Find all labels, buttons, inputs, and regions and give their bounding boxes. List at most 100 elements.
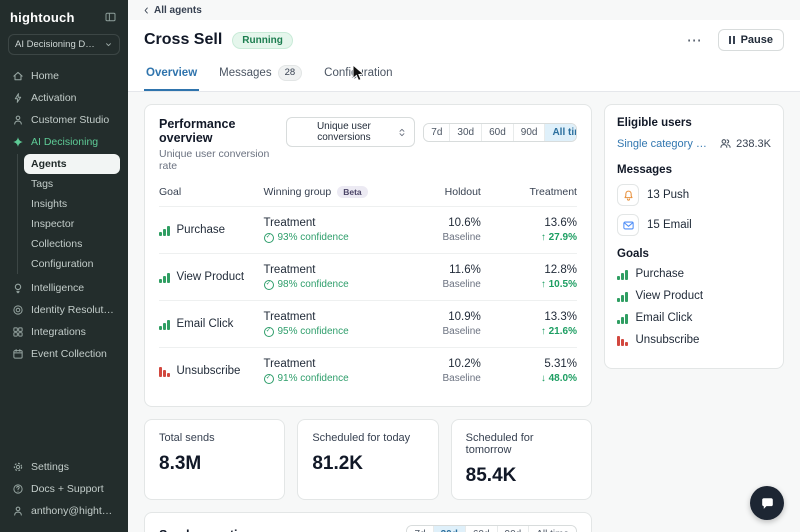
holdout-label: Baseline xyxy=(401,326,480,337)
range-30d[interactable]: 30d xyxy=(449,124,481,141)
push-count-label: 13 Push xyxy=(647,189,689,201)
sends-range-30d[interactable]: 30d xyxy=(433,526,465,532)
goal-item-purchase[interactable]: Purchase xyxy=(617,268,771,280)
sidebar-item-collections[interactable]: Collections xyxy=(24,234,120,254)
range-90d[interactable]: 90d xyxy=(513,124,545,141)
goal-label: View Product xyxy=(636,290,704,302)
sidebar-item-integrations[interactable]: Integrations xyxy=(8,321,120,343)
breadcrumb-all-agents[interactable]: All agents xyxy=(142,5,202,16)
beta-badge: Beta xyxy=(337,186,367,198)
messages-title: Messages xyxy=(617,164,771,176)
audience-link[interactable]: Single category pur... xyxy=(617,138,707,150)
more-menu-button[interactable]: ⋯ xyxy=(681,33,708,48)
check-circle-icon: ✓ xyxy=(264,374,274,384)
treatment-value: 5.31% xyxy=(481,358,577,370)
sidebar-item-intelligence[interactable]: Intelligence xyxy=(8,277,120,299)
holdout-label: Baseline xyxy=(401,373,480,384)
help-icon xyxy=(12,483,24,495)
bar-chart-icon xyxy=(617,291,628,302)
winning-group: Treatment xyxy=(264,264,402,276)
metric-select-value: Unique user conversions xyxy=(295,121,392,143)
tab-configuration[interactable]: Configuration xyxy=(322,60,394,91)
holdout-value: 10.6% xyxy=(401,217,480,229)
sidebar-item-docs-support[interactable]: Docs + Support xyxy=(8,478,120,500)
column-treatment: Treatment xyxy=(481,186,577,198)
goal-item-email-click[interactable]: Email Click xyxy=(617,312,771,324)
range-7d[interactable]: 7d xyxy=(424,124,449,141)
sidebar-item-label: Integrations xyxy=(31,326,86,338)
total-sends-card: Total sends 8.3M xyxy=(144,419,285,500)
sidebar-item-agents[interactable]: Agents xyxy=(24,154,120,174)
scheduled-tomorrow-card: Scheduled for tomorrow 85.4K xyxy=(451,419,592,500)
goal-item-unsubscribe[interactable]: Unsubscribe xyxy=(617,334,771,346)
sidebar-item-label: Customer Studio xyxy=(31,114,109,126)
goal-name: Email Click xyxy=(177,318,234,330)
sidebar-item-ai-decisioning[interactable]: AI Decisioning xyxy=(8,131,120,153)
table-header-row: Goal Winning group Beta Holdout Treatmen… xyxy=(159,184,577,206)
metric-select[interactable]: Unique user conversions xyxy=(286,117,415,147)
sidebar-item-identity-resolution[interactable]: Identity Resolution xyxy=(8,299,120,321)
sidebar-item-activation[interactable]: Activation xyxy=(8,87,120,109)
stat-value: 85.4K xyxy=(466,465,577,487)
performance-table: Goal Winning group Beta Holdout Treatmen… xyxy=(159,184,577,394)
sends-over-time-card: Sends over time 7d 30d 60d 90d All time … xyxy=(144,512,592,532)
sidebar: hightouch AI Decisioning Demo - ... Home… xyxy=(0,0,128,532)
sidebar-item-account[interactable]: anthony@hightouch.io xyxy=(8,500,120,522)
lift-value: 48.0% xyxy=(549,373,577,384)
pause-button[interactable]: Pause xyxy=(718,29,784,51)
sends-range-segmented: 7d 30d 60d 90d All time xyxy=(406,525,577,532)
goal-name: Unsubscribe xyxy=(177,365,241,377)
goal-row-email-click[interactable]: Email Click Treatment ✓95% confidence 10… xyxy=(159,300,577,347)
winning-group: Treatment xyxy=(264,311,402,323)
sidebar-item-label: Docs + Support xyxy=(31,483,104,495)
workspace-selector[interactable]: AI Decisioning Demo - ... xyxy=(8,34,120,55)
sidebar-bottom-group: Settings Docs + Support anthony@hightouc… xyxy=(8,456,120,522)
stats-row: Total sends 8.3M Scheduled for today 81.… xyxy=(144,419,592,500)
sidebar-item-settings[interactable]: Settings xyxy=(8,456,120,478)
goals-title: Goals xyxy=(617,248,771,260)
breadcrumb-label: All agents xyxy=(154,5,202,16)
sidebar-collapse-icon[interactable] xyxy=(103,11,118,24)
bar-chart-icon xyxy=(617,269,628,280)
goal-row-purchase[interactable]: Purchase Treatment ✓93% confidence 10.6%… xyxy=(159,206,577,253)
lift-arrow-icon: ↑ xyxy=(541,279,546,290)
sidebar-item-label: Home xyxy=(31,70,59,82)
sends-range-60d[interactable]: 60d xyxy=(465,526,497,532)
goal-row-unsubscribe[interactable]: Unsubscribe Treatment ✓91% confidence 10… xyxy=(159,347,577,394)
sidebar-item-configuration[interactable]: Configuration xyxy=(24,254,120,274)
holdout-label: Baseline xyxy=(401,279,480,290)
support-chat-button[interactable] xyxy=(750,486,784,520)
goal-item-view-product[interactable]: View Product xyxy=(617,290,771,302)
page-title: Cross Sell xyxy=(144,31,222,49)
bar-chart-down-icon xyxy=(617,335,628,346)
messages-count-badge: 28 xyxy=(278,65,303,81)
stat-value: 81.2K xyxy=(312,453,423,475)
status-badge: Running xyxy=(232,32,293,49)
tab-messages[interactable]: Messages 28 xyxy=(217,60,304,91)
push-messages-item[interactable]: 13 Push xyxy=(617,184,771,206)
sends-range-90d[interactable]: 90d xyxy=(497,526,529,532)
confidence-label: 93% confidence xyxy=(278,232,349,243)
range-all-time[interactable]: All time xyxy=(544,124,577,141)
sends-range-all-time[interactable]: All time xyxy=(528,526,576,532)
hightouch-logo: hightouch xyxy=(10,10,75,25)
updown-chevron-icon xyxy=(398,127,406,138)
time-range-segmented: 7d 30d 60d 90d All time xyxy=(423,123,577,142)
bolt-icon xyxy=(12,92,24,104)
sidebar-item-insights[interactable]: Insights xyxy=(24,194,120,214)
main-area: All agents Cross Sell Running ⋯ Pause Ov… xyxy=(128,0,800,532)
sidebar-item-inspector[interactable]: Inspector xyxy=(24,214,120,234)
goal-row-view-product[interactable]: View Product Treatment ✓98% confidence 1… xyxy=(159,253,577,300)
range-60d[interactable]: 60d xyxy=(481,124,513,141)
sidebar-item-event-collection[interactable]: Event Collection xyxy=(8,343,120,365)
performance-overview-card: Performance overview Unique user convers… xyxy=(144,104,592,407)
sends-title: Sends over time xyxy=(159,528,256,532)
sends-range-7d[interactable]: 7d xyxy=(407,526,432,532)
tab-overview[interactable]: Overview xyxy=(144,60,199,91)
email-messages-item[interactable]: 15 Email xyxy=(617,214,771,236)
back-chevron-icon xyxy=(142,6,151,15)
sidebar-item-home[interactable]: Home xyxy=(8,65,120,87)
treatment-value: 13.3% xyxy=(481,311,577,323)
sidebar-item-customer-studio[interactable]: Customer Studio xyxy=(8,109,120,131)
sidebar-item-tags[interactable]: Tags xyxy=(24,174,120,194)
